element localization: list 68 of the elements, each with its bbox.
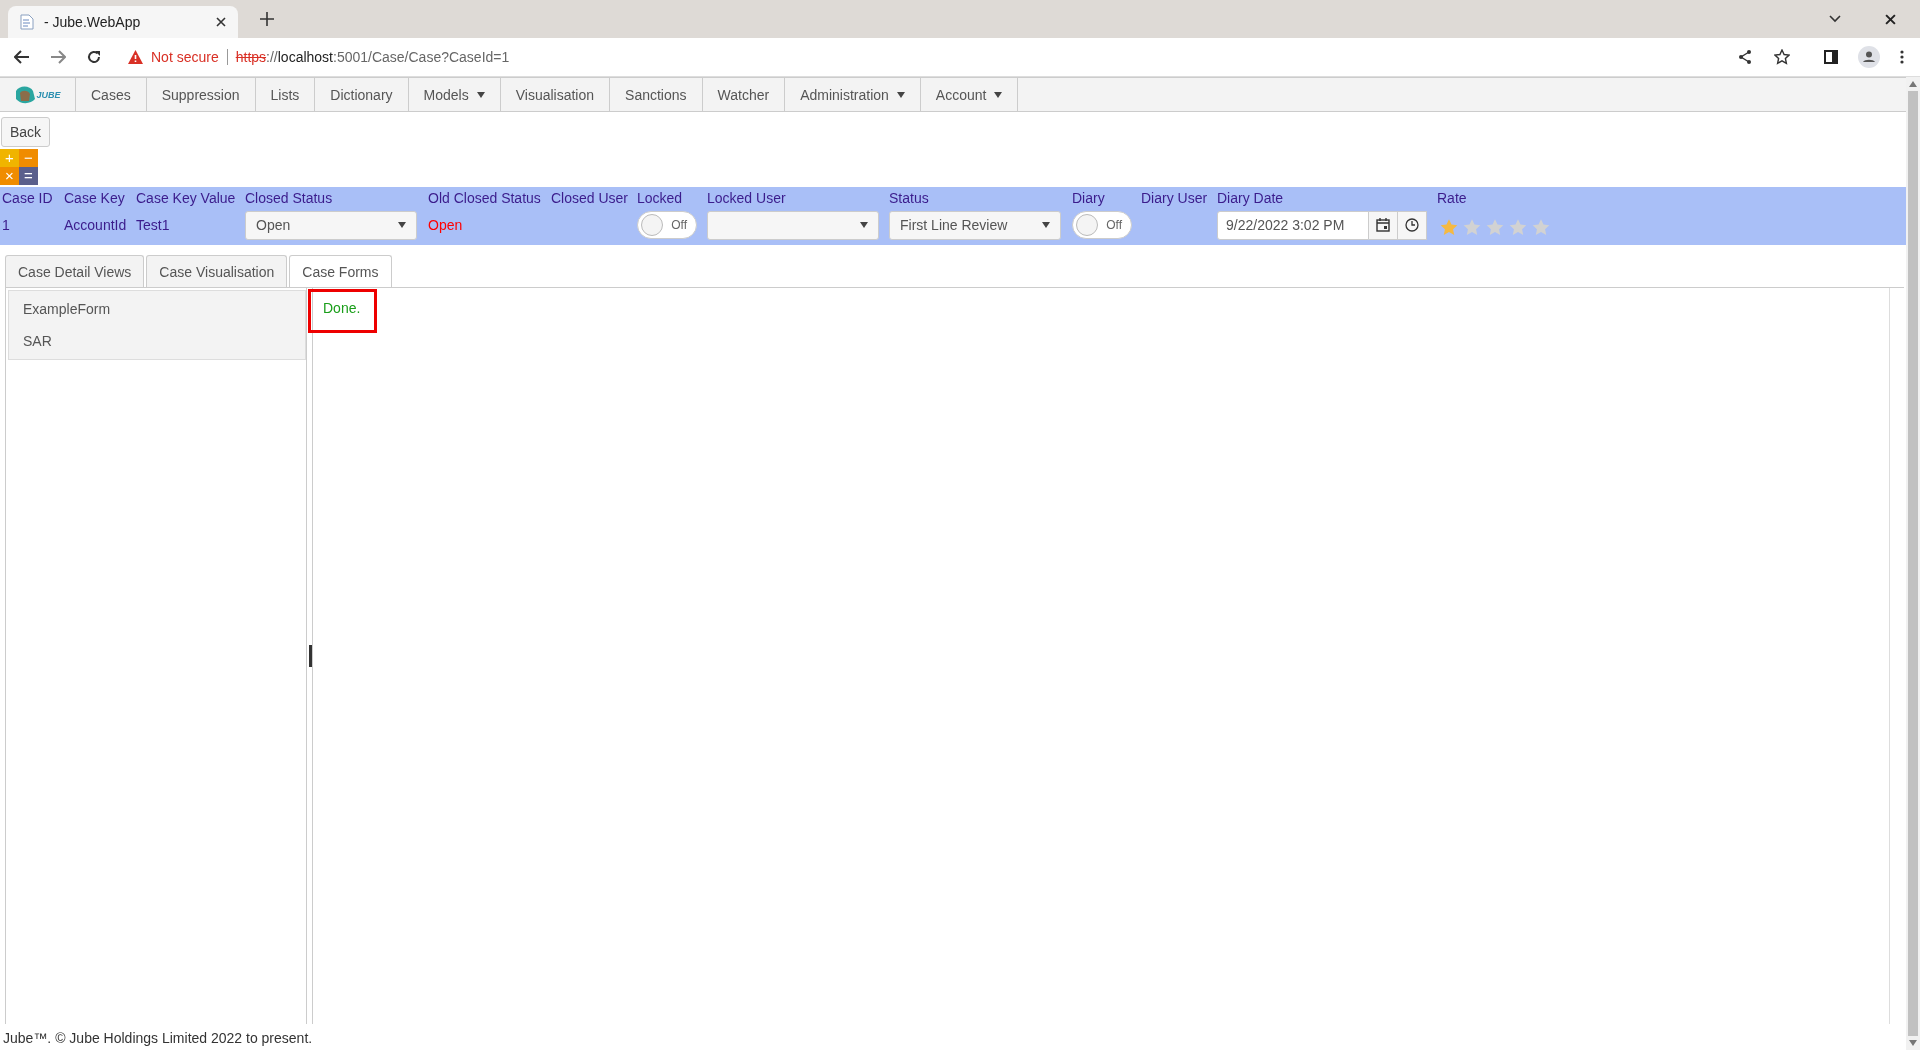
column-label: Case Key Value xyxy=(136,190,237,206)
star-icon[interactable] xyxy=(1531,217,1551,237)
column-label: Old Closed Status xyxy=(428,190,542,206)
back-button[interactable]: Back xyxy=(1,117,51,147)
url-text: https://localhost:5001/Case/Case?CaseId=1 xyxy=(235,49,510,65)
column-label: Locked User xyxy=(707,190,787,206)
form-list-item[interactable]: SAR xyxy=(9,325,305,357)
tab[interactable]: Case Visualisation xyxy=(146,255,288,287)
tab-title: - Jube.WebApp xyxy=(44,14,142,30)
field-value: AccountId xyxy=(64,217,127,233)
caret-icon xyxy=(1042,222,1050,228)
security-label: Not secure xyxy=(151,49,219,65)
calculator-key[interactable]: = xyxy=(19,167,38,185)
close-icon[interactable] xyxy=(1885,13,1896,25)
form-list-item[interactable]: ExampleForm xyxy=(9,293,305,325)
caret-icon xyxy=(476,91,485,98)
star-icon[interactable] xyxy=(1774,49,1790,65)
back-arrow-icon[interactable] xyxy=(14,50,30,64)
column-label: Diary Date xyxy=(1217,190,1285,206)
side-panel-icon[interactable] xyxy=(1824,50,1838,64)
column-label: Locked xyxy=(637,190,684,206)
caret-icon xyxy=(994,91,1003,98)
chevron-down-icon[interactable] xyxy=(1829,15,1841,23)
reload-icon[interactable] xyxy=(86,49,102,65)
star-icon[interactable] xyxy=(1439,217,1459,237)
dropdown-field[interactable]: First Line Review xyxy=(889,210,1061,240)
column-label: Closed Status xyxy=(245,190,334,206)
toggle-switch[interactable]: Off xyxy=(1072,211,1132,239)
clock-icon[interactable] xyxy=(1398,210,1427,240)
menu-icon[interactable] xyxy=(1900,50,1904,64)
scrollbar[interactable] xyxy=(1906,77,1920,1050)
footer-text: Jube™. © Jube Holdings Limited 2022 to present. xyxy=(2,1029,314,1048)
star-icon[interactable] xyxy=(1462,217,1482,237)
star-icon[interactable] xyxy=(1508,217,1528,237)
caret-icon xyxy=(896,91,905,98)
close-icon[interactable] xyxy=(216,17,226,27)
scroll-down-icon[interactable] xyxy=(1909,1040,1917,1046)
browser-tab[interactable]: - Jube.WebApp xyxy=(8,6,238,38)
column-label: Case Key xyxy=(64,190,126,206)
forward-arrow-icon[interactable] xyxy=(50,50,66,64)
new-tab-icon[interactable] xyxy=(260,12,274,26)
profile-icon[interactable] xyxy=(1858,46,1880,68)
dropdown-field[interactable] xyxy=(707,210,879,240)
warning-icon xyxy=(128,50,143,64)
tab[interactable]: Case Detail Views xyxy=(5,255,145,287)
calendar-icon[interactable] xyxy=(1369,210,1398,240)
page-icon xyxy=(20,14,34,30)
tab[interactable]: Case Forms xyxy=(289,255,392,288)
field-value: Test1 xyxy=(136,217,170,233)
toggle-switch[interactable]: Off xyxy=(637,211,697,239)
column-label: Diary User xyxy=(1141,190,1209,206)
column-label: Status xyxy=(889,190,930,206)
field-value: 1 xyxy=(2,217,10,233)
splitter-handle[interactable] xyxy=(309,645,312,667)
column-label: Diary xyxy=(1072,190,1106,206)
status-message: Done. xyxy=(308,289,378,333)
column-label: Rate xyxy=(1437,190,1468,206)
scroll-up-icon[interactable] xyxy=(1909,81,1917,87)
star-icon[interactable] xyxy=(1485,217,1505,237)
column-label: Case ID xyxy=(2,190,54,206)
logo-icon xyxy=(14,84,37,105)
dropdown-field[interactable]: Open xyxy=(245,210,417,240)
caret-icon xyxy=(860,222,868,228)
share-icon[interactable] xyxy=(1738,49,1752,65)
caret-icon xyxy=(398,222,406,228)
status-value: Open xyxy=(428,217,463,233)
column-label: Closed User xyxy=(551,190,630,206)
date-field[interactable]: 9/22/2022 3:02 PM xyxy=(1217,210,1369,240)
